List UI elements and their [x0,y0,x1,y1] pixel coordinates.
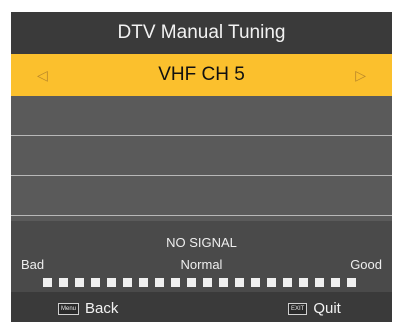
empty-row [11,176,392,216]
empty-row [11,136,392,176]
signal-segment [203,278,212,287]
signal-segment [43,278,52,287]
signal-section: NO SIGNAL Bad Normal Good [11,221,392,292]
quit-key[interactable]: EXIT Quit [288,300,341,317]
signal-segment [235,278,244,287]
signal-segment [91,278,100,287]
signal-segment [219,278,228,287]
signal-segment [155,278,164,287]
signal-status: NO SIGNAL [166,235,237,250]
channel-selector[interactable]: ◁ VHF CH 5 ▷ [11,54,392,96]
signal-segment [107,278,116,287]
back-key[interactable]: Menu Back [58,300,118,317]
signal-strength-bar [43,278,356,287]
back-label: Back [85,300,119,317]
tuning-panel: DTV Manual Tuning ◁ VHF CH 5 ▷ NO SIGNAL… [11,12,392,322]
left-arrow-icon[interactable]: ◁ [37,54,48,96]
signal-segment [187,278,196,287]
signal-segment [347,278,356,287]
signal-segment [267,278,276,287]
menu-key-icon: Menu [58,302,80,315]
signal-segment [283,278,292,287]
signal-segment [315,278,324,287]
signal-good-label: Good [350,257,382,272]
menu-title: DTV Manual Tuning [11,12,392,54]
empty-row [11,96,392,136]
footer-bar: Menu Back EXIT Quit [11,292,392,322]
exit-key-icon: EXIT [288,302,308,315]
signal-segment [299,278,308,287]
signal-segment [139,278,148,287]
right-arrow-icon[interactable]: ▷ [355,54,366,96]
signal-segment [59,278,68,287]
signal-segment [171,278,180,287]
quit-label: Quit [313,300,341,317]
signal-segment [251,278,260,287]
signal-segment [75,278,84,287]
signal-normal-label: Normal [180,257,223,272]
signal-segment [123,278,132,287]
signal-segment [331,278,340,287]
channel-value: VHF CH 5 [158,64,245,85]
menu-title-text: DTV Manual Tuning [117,22,286,43]
